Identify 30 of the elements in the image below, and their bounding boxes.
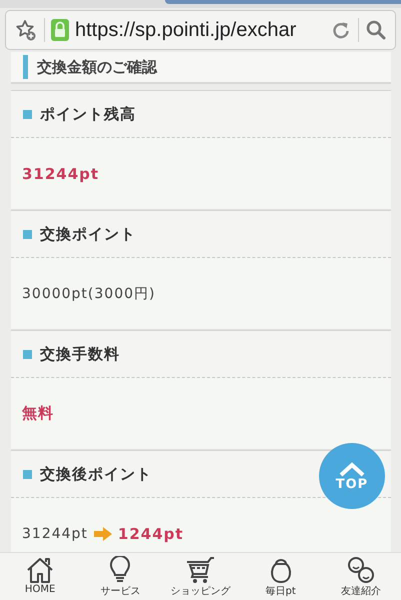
- nav-tab[interactable]: 毎日pt: [242, 553, 319, 600]
- bullet-square-icon: [23, 350, 32, 358]
- url-text[interactable]: https://sp.pointi.jp/exchar: [75, 18, 324, 42]
- section-heading: ポイント残高: [40, 104, 136, 124]
- section-heading: 交換後ポイント: [40, 464, 152, 484]
- cart-icon: [185, 556, 216, 584]
- value-text: 30000pt(3000円): [22, 284, 156, 302]
- page-title: 交換金額のご確認: [37, 58, 157, 76]
- bullet-square-icon: [23, 230, 32, 238]
- section-heading: 交換ポイント: [40, 224, 136, 244]
- arrow-icon: [94, 526, 112, 540]
- value-text: 1244pt: [118, 524, 184, 542]
- smiley-faces-icon: [346, 556, 376, 584]
- lock-icon: [51, 19, 69, 41]
- nav-tab[interactable]: サービス: [82, 553, 158, 600]
- house-icon: [25, 556, 56, 584]
- nav-tab[interactable]: HOME: [2, 553, 78, 600]
- section-heading: 交換手数料: [40, 344, 120, 364]
- bookmark-star-icon[interactable]: [14, 18, 38, 42]
- chevron-up-icon: [338, 460, 366, 476]
- nav-tab[interactable]: 友達紹介: [322, 553, 399, 600]
- value-text: 31244pt: [22, 526, 88, 542]
- value-text: 31244pt: [22, 164, 100, 182]
- bullet-square-icon: [23, 110, 32, 118]
- search-icon[interactable]: [365, 19, 387, 41]
- bullet-square-icon: [23, 470, 32, 478]
- accent-bar: [23, 55, 28, 79]
- nav-tab[interactable]: ショッピング: [162, 553, 238, 600]
- address-bar[interactable]: https://sp.pointi.jp/exchar: [5, 10, 396, 50]
- value-text: 無料: [22, 404, 54, 423]
